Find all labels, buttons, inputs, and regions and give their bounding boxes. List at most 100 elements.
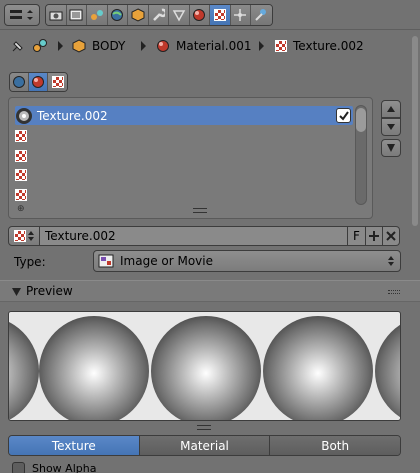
texture-slot-row[interactable] (15, 146, 353, 165)
texture-name-field[interactable]: Texture.002 (40, 226, 348, 246)
tab-physics[interactable] (251, 5, 272, 25)
checkmark-icon (339, 111, 349, 121)
preview-sphere (375, 316, 400, 420)
texture-slot-label: Texture.002 (37, 108, 108, 123)
slot-specials-button[interactable] (381, 139, 401, 157)
property-tabs (45, 4, 273, 26)
texture-checker-icon (51, 76, 64, 88)
texture-checker-icon (15, 188, 27, 201)
preview-sphere (39, 316, 149, 420)
texture-slot-list: Texture.002 ⊕ (8, 97, 373, 219)
tab-particles[interactable] (230, 5, 251, 25)
tab-data[interactable] (169, 5, 190, 25)
breadcrumb-separator-icon (139, 40, 147, 52)
collapse-triangle-icon (12, 288, 21, 296)
texture-checker-icon (15, 168, 27, 181)
tab-render[interactable] (46, 5, 67, 25)
context-world-button[interactable] (10, 73, 29, 91)
breadcrumb-texture-label: Texture.002 (293, 39, 364, 53)
texture-preview-image (8, 311, 401, 421)
texture-checker-icon (275, 40, 287, 52)
triangle-up-icon (387, 106, 395, 112)
wrench-icon (153, 8, 166, 21)
tab-world[interactable] (107, 5, 128, 25)
texture-name-value: Texture.002 (45, 229, 116, 243)
context-other-button[interactable] (48, 73, 67, 91)
preview-panel-title: Preview (26, 284, 73, 298)
texture-datablock-row: Texture.002 F (8, 226, 400, 246)
tab-texture[interactable] (210, 5, 231, 25)
breadcrumb-object-label: BODY (92, 39, 126, 53)
preview-mode-both[interactable]: Both (270, 436, 400, 455)
texture-checker-icon (14, 230, 26, 242)
breadcrumb-separator-icon (257, 40, 265, 52)
particles-icon (234, 9, 247, 21)
show-alpha-checkbox[interactable] (12, 462, 25, 473)
texture-checker-icon (15, 149, 27, 162)
fake-user-button[interactable]: F (348, 226, 366, 246)
properties-header (0, 0, 420, 30)
browse-texture-button[interactable] (8, 226, 40, 246)
tab-material[interactable] (189, 5, 210, 25)
pin-icon[interactable] (10, 38, 26, 57)
move-slot-up-button[interactable] (381, 100, 401, 118)
breadcrumb-texture: Texture.002 (275, 36, 364, 56)
texture-type-dropdown[interactable]: Image or Movie (93, 250, 401, 272)
unlink-texture-button[interactable] (383, 226, 400, 246)
context-material-button[interactable] (29, 73, 48, 91)
texture-type-value: Image or Movie (120, 254, 213, 268)
breadcrumb-material: Material.001 (156, 36, 251, 56)
new-texture-button[interactable] (366, 226, 383, 246)
texture-preview-icon (16, 107, 32, 124)
preview-resize-grip[interactable] (197, 425, 211, 430)
specials-menu-icon (387, 144, 395, 152)
triangle-down-icon (387, 124, 395, 130)
layers-icon (69, 9, 83, 21)
editor-type-button[interactable] (4, 4, 40, 26)
texture-context-icon (32, 38, 48, 57)
panel-drag-grip[interactable] (388, 290, 400, 294)
preview-sphere (151, 316, 261, 420)
mesh-data-icon (172, 10, 186, 22)
tab-modifiers[interactable] (148, 5, 169, 25)
close-icon (386, 231, 396, 241)
fake-user-label: F (353, 229, 360, 243)
texture-checker-icon (15, 129, 27, 142)
type-label: Type: (14, 255, 46, 269)
tab-scene[interactable] (87, 5, 108, 25)
preview-mode-selector: Texture Material Both (8, 435, 401, 456)
texture-slot-row[interactable] (15, 185, 353, 204)
physics-icon (255, 9, 267, 21)
up-down-arrows-icon (388, 256, 394, 266)
object-cube-icon (72, 39, 86, 53)
breadcrumb-object: BODY (72, 36, 125, 56)
list-filter-icon[interactable]: ⊕ (17, 204, 25, 214)
breadcrumb-material-label: Material.001 (176, 39, 252, 53)
world-icon (13, 76, 25, 88)
region-scrollbar[interactable] (412, 36, 418, 226)
up-down-arrows-icon (28, 231, 34, 241)
list-resize-grip[interactable] (193, 208, 207, 213)
move-slot-down-button[interactable] (381, 118, 401, 136)
breadcrumb-separator-icon (56, 40, 64, 52)
world-icon (111, 9, 124, 21)
use-texture-checkbox[interactable] (336, 108, 351, 123)
preview-mode-material[interactable]: Material (139, 436, 271, 455)
preview-panel-header[interactable]: Preview (0, 280, 420, 302)
preview-sphere (9, 316, 39, 420)
scene-icon (90, 10, 103, 20)
camera-icon (49, 11, 63, 21)
texture-slot-row[interactable] (15, 165, 353, 184)
tab-render-layers[interactable] (66, 5, 87, 25)
plus-icon (369, 231, 379, 241)
preview-mode-texture[interactable]: Texture (9, 436, 140, 455)
texture-slot-row[interactable] (15, 126, 353, 145)
texture-list-scroll-thumb[interactable] (356, 108, 366, 132)
tab-object[interactable] (128, 5, 149, 25)
texture-slot-row[interactable]: Texture.002 (15, 106, 353, 125)
material-sphere-icon (157, 40, 169, 52)
material-sphere-icon (193, 9, 206, 21)
image-icon (98, 254, 114, 268)
material-sphere-icon (32, 76, 44, 88)
preview-sphere (263, 316, 373, 420)
